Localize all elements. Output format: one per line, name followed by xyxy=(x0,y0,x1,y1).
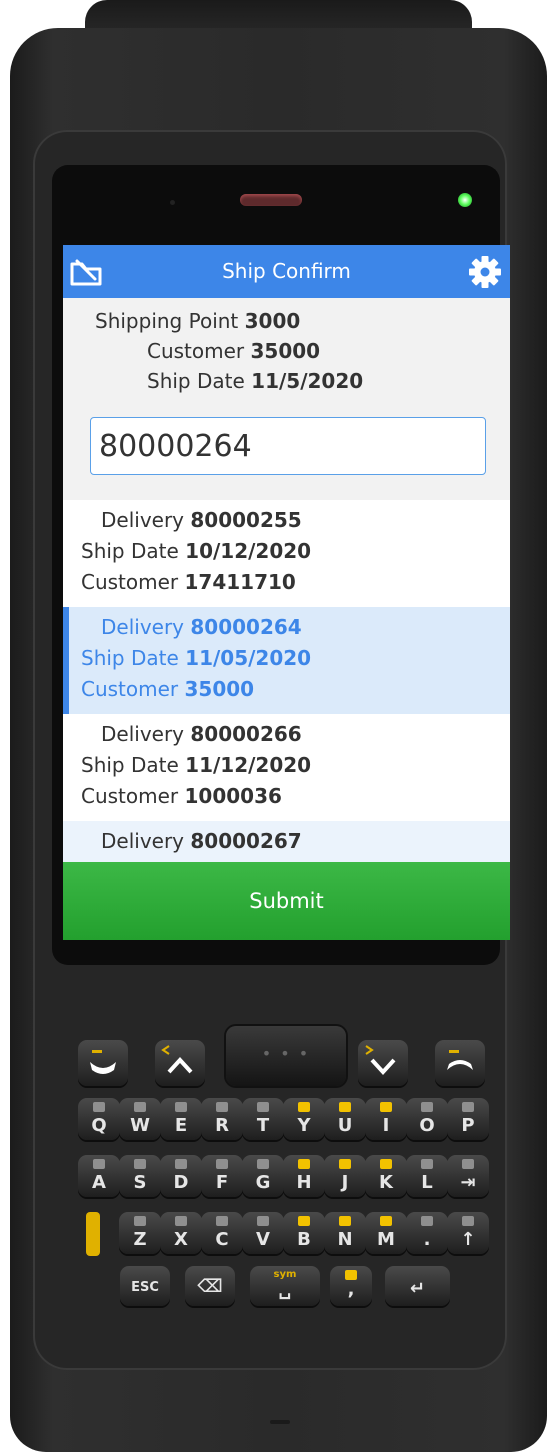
key-w[interactable]: W xyxy=(119,1098,161,1140)
key-i[interactable]: I xyxy=(365,1098,407,1140)
space-icon: ␣ xyxy=(278,1279,292,1300)
nav-right-down-key[interactable] xyxy=(358,1040,408,1086)
arrow-up-icon: ↑ xyxy=(460,1229,476,1250)
key-j[interactable]: J xyxy=(324,1155,366,1197)
phone-hangup-icon xyxy=(447,1050,473,1070)
key-k[interactable]: K xyxy=(365,1155,407,1197)
chevron-down-icon xyxy=(365,1045,396,1075)
tab-key[interactable]: ⇥ xyxy=(447,1155,489,1197)
end-call-key[interactable] xyxy=(435,1040,485,1086)
chevron-up-icon xyxy=(161,1045,193,1074)
backspace-icon: ⌫ xyxy=(197,1276,223,1297)
key-d[interactable]: D xyxy=(160,1155,202,1197)
function-key[interactable] xyxy=(86,1212,100,1256)
shift-key[interactable]: ↑ xyxy=(447,1212,489,1254)
key-x[interactable]: X xyxy=(160,1212,202,1254)
key-a[interactable]: A xyxy=(78,1155,120,1197)
key-n[interactable]: N xyxy=(324,1212,366,1254)
key-v[interactable]: V xyxy=(242,1212,284,1254)
enter-icon: ↵ xyxy=(409,1278,426,1299)
key-h[interactable]: H xyxy=(283,1155,325,1197)
nav-center-button[interactable]: • • • xyxy=(226,1026,346,1086)
tab-arrow-icon: ⇥ xyxy=(460,1172,476,1193)
key-comma[interactable]: , xyxy=(330,1266,372,1306)
bottom-indicator xyxy=(270,1420,290,1424)
key-b[interactable]: B xyxy=(283,1212,325,1254)
esc-key[interactable]: ESC xyxy=(120,1266,170,1306)
call-key[interactable] xyxy=(78,1040,128,1086)
hardware-keypad: • • • Q W E R T Y U I O P A S D F G H J … xyxy=(0,0,557,1452)
dots-icon: • • • xyxy=(261,1044,311,1063)
enter-key[interactable]: ↵ xyxy=(385,1266,450,1306)
key-t[interactable]: T xyxy=(242,1098,284,1140)
backspace-key[interactable]: ⌫ xyxy=(185,1266,235,1306)
key-y[interactable]: Y xyxy=(283,1098,325,1140)
key-u[interactable]: U xyxy=(324,1098,366,1140)
key-period[interactable]: . xyxy=(406,1212,448,1254)
key-s[interactable]: S xyxy=(119,1155,161,1197)
key-g[interactable]: G xyxy=(242,1155,284,1197)
key-p[interactable]: P xyxy=(447,1098,489,1140)
key-c[interactable]: C xyxy=(201,1212,243,1254)
key-e[interactable]: E xyxy=(160,1098,202,1140)
key-q[interactable]: Q xyxy=(78,1098,120,1140)
key-m[interactable]: M xyxy=(365,1212,407,1254)
space-key[interactable]: sym ␣ xyxy=(250,1266,320,1306)
nav-left-up-key[interactable] xyxy=(155,1040,205,1086)
key-r[interactable]: R xyxy=(201,1098,243,1140)
key-z[interactable]: Z xyxy=(119,1212,161,1254)
phone-answer-icon xyxy=(90,1050,116,1074)
key-f[interactable]: F xyxy=(201,1155,243,1197)
key-o[interactable]: O xyxy=(406,1098,448,1140)
key-l[interactable]: L xyxy=(406,1155,448,1197)
